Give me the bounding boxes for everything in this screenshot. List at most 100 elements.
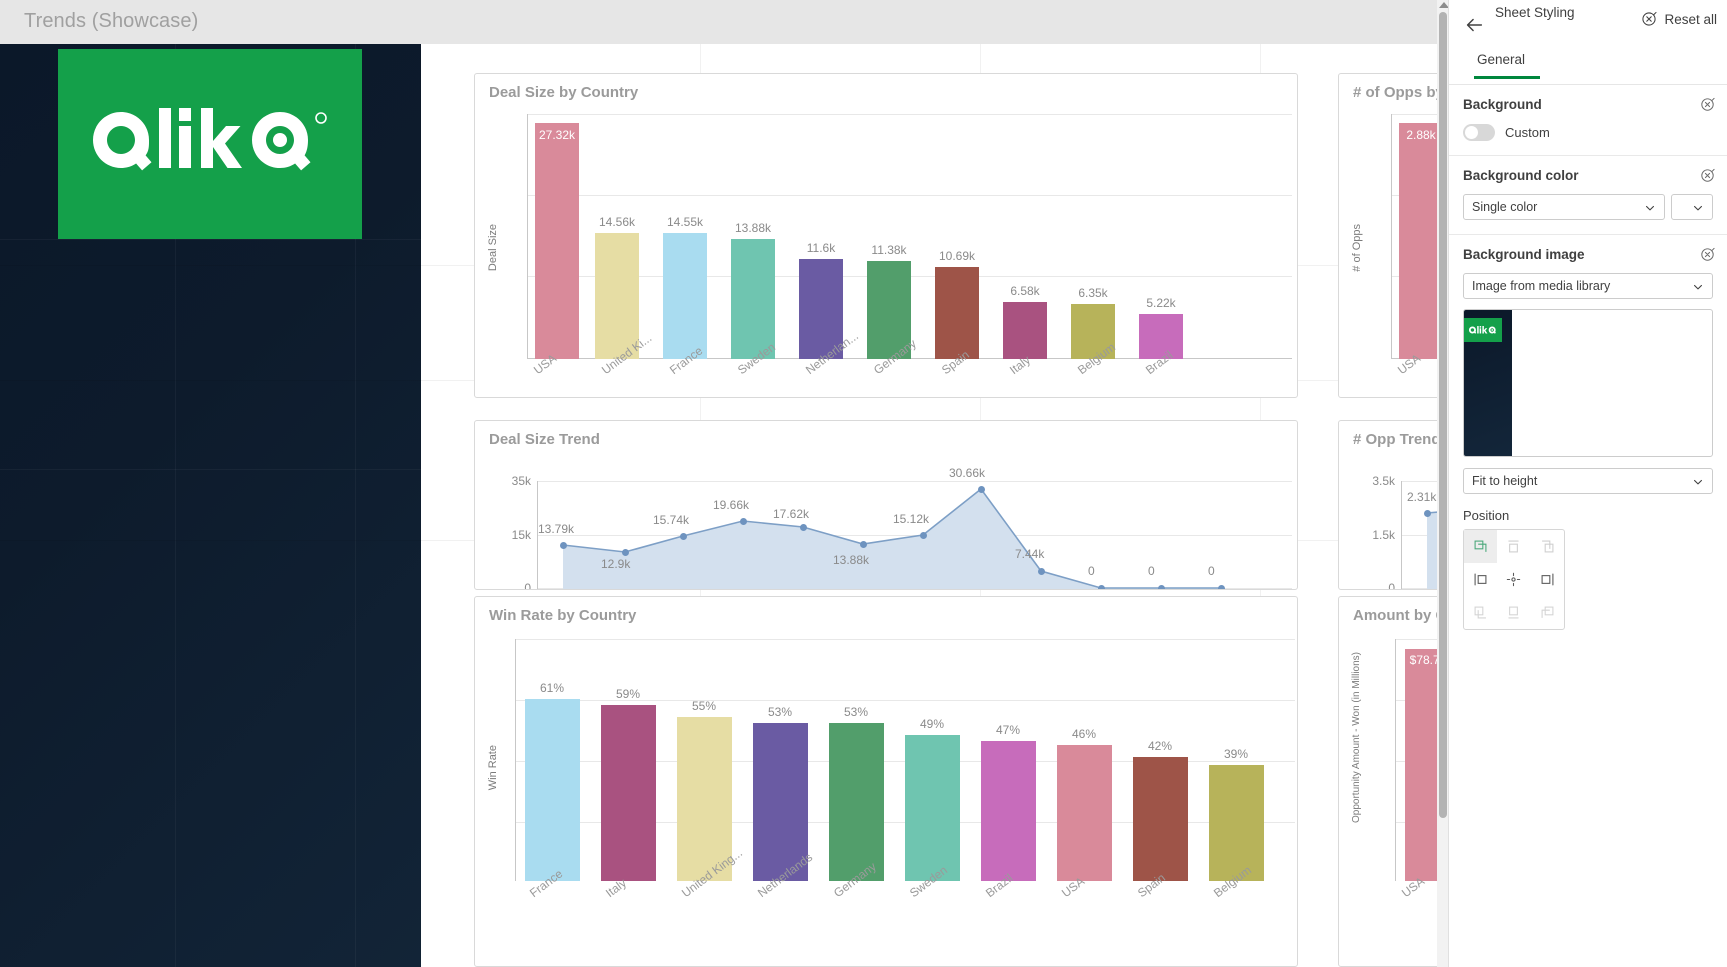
y-axis-tick: 3.5k bbox=[1372, 474, 1395, 488]
data-point[interactable] bbox=[978, 486, 985, 493]
preview-qlik-logo bbox=[1464, 318, 1502, 342]
background-color-value: Single color bbox=[1472, 200, 1538, 214]
panel-title: Sheet Styling bbox=[1495, 5, 1575, 20]
back-arrow-icon[interactable] bbox=[1463, 14, 1485, 36]
reset-all-button[interactable]: Reset all bbox=[1641, 11, 1717, 27]
bar-value-label: 6.35k bbox=[1078, 286, 1108, 300]
point-value-label: 15.12k bbox=[893, 512, 930, 526]
axis-line bbox=[1391, 114, 1392, 359]
data-point[interactable] bbox=[1424, 510, 1431, 517]
bar[interactable] bbox=[535, 123, 579, 359]
qlik-logo bbox=[58, 49, 362, 239]
chart-title: # Opp Trend bbox=[1353, 431, 1441, 448]
position-cell-middle-left[interactable] bbox=[1464, 563, 1497, 596]
bar[interactable] bbox=[829, 723, 884, 881]
scroll-up-arrow-icon[interactable] bbox=[1439, 2, 1448, 8]
chart-card-deal-size-by-country[interactable]: Deal Size by Country Deal Size 27.32k 14… bbox=[474, 73, 1298, 398]
bar-value-label: 53% bbox=[767, 705, 793, 719]
reset-section-icon[interactable] bbox=[1700, 97, 1715, 117]
data-point[interactable] bbox=[860, 541, 867, 548]
bar-value-label: 61% bbox=[539, 681, 565, 695]
bar-value-label: 55% bbox=[691, 699, 717, 713]
preview-dark-area bbox=[1464, 310, 1512, 456]
position-cell-bottom-left[interactable] bbox=[1464, 596, 1497, 629]
y-axis-tick: 0 bbox=[524, 581, 531, 590]
align-bottom-center-icon bbox=[1508, 606, 1520, 619]
position-cell-top-center[interactable] bbox=[1497, 530, 1530, 563]
chart-card-win-rate-by-country[interactable]: Win Rate by Country Win Rate 61% 59% 55%… bbox=[474, 596, 1298, 967]
point-value-label: 19.66k bbox=[713, 498, 750, 512]
y-axis-title: Deal Size bbox=[487, 224, 499, 272]
background-image-size-select[interactable]: Fit to height bbox=[1463, 468, 1713, 494]
align-top-right-icon bbox=[1541, 540, 1554, 553]
data-point[interactable] bbox=[1098, 585, 1105, 589]
bar-value-label: 11.6k bbox=[806, 241, 836, 255]
position-grid bbox=[1463, 529, 1565, 630]
gridline bbox=[527, 114, 1292, 115]
background-color-select[interactable]: Single color bbox=[1463, 194, 1665, 220]
bar[interactable] bbox=[905, 735, 960, 881]
data-point[interactable] bbox=[920, 532, 927, 539]
background-image-source-value: Image from media library bbox=[1472, 279, 1611, 293]
position-cell-bottom-center[interactable] bbox=[1497, 596, 1530, 629]
chart-card-num-opps-by-country[interactable]: # of Opps by # of Opps 2.88k USA U... bbox=[1338, 73, 1448, 398]
bar-value-label: 13.88k bbox=[734, 221, 772, 235]
chart-card-num-opp-trend[interactable]: # Opp Trend 2.31k 3.5k 1.5k 0 bbox=[1338, 420, 1448, 590]
axis-line bbox=[527, 114, 528, 359]
align-top-left-icon bbox=[1474, 540, 1487, 552]
sheet-scrollbar-thumb[interactable] bbox=[1439, 12, 1447, 818]
background-color-swatch-select[interactable] bbox=[1671, 194, 1713, 220]
align-middle-left-icon bbox=[1474, 573, 1487, 586]
position-cell-top-right[interactable] bbox=[1531, 530, 1564, 563]
bar[interactable] bbox=[663, 233, 707, 359]
chart-title: Deal Size by Country bbox=[489, 84, 639, 101]
point-value-label: 0 bbox=[1208, 564, 1215, 578]
align-bottom-left-icon bbox=[1474, 606, 1487, 619]
point-value-label: 13.88k bbox=[833, 553, 870, 567]
align-bottom-right-icon bbox=[1541, 606, 1554, 618]
plot-area: 13.79k 12.9k 15.74k 19.66k 17.62k 13.88k… bbox=[537, 466, 1292, 589]
position-cell-middle-center[interactable] bbox=[1497, 563, 1530, 596]
section-background: Background Custom bbox=[1449, 85, 1727, 156]
tab-general[interactable]: General bbox=[1477, 52, 1525, 75]
chart-card-deal-size-trend[interactable]: Deal Size Trend 35k bbox=[474, 420, 1298, 590]
position-cell-top-left[interactable] bbox=[1464, 530, 1498, 563]
bar[interactable] bbox=[1057, 745, 1112, 881]
chart-title: # of Opps by bbox=[1353, 84, 1444, 101]
data-point[interactable] bbox=[680, 533, 687, 540]
tab-active-underline bbox=[1474, 76, 1540, 79]
bar-value-label: 10.69k bbox=[938, 249, 976, 263]
position-cell-middle-right[interactable] bbox=[1531, 563, 1564, 596]
bar[interactable] bbox=[981, 741, 1036, 881]
data-point[interactable] bbox=[1218, 585, 1225, 589]
y-axis-tick: 15k bbox=[511, 528, 531, 542]
bar[interactable] bbox=[601, 705, 656, 881]
bar-value-label: 47% bbox=[995, 723, 1021, 737]
chevron-down-icon bbox=[1692, 281, 1704, 296]
data-point[interactable] bbox=[1158, 585, 1165, 589]
y-axis-tick: 35k bbox=[511, 474, 531, 488]
bar[interactable] bbox=[1003, 302, 1047, 359]
data-point[interactable] bbox=[800, 524, 807, 531]
data-point[interactable] bbox=[560, 542, 567, 549]
position-cell-bottom-right[interactable] bbox=[1531, 596, 1564, 629]
background-image-preview[interactable] bbox=[1463, 309, 1713, 457]
data-point[interactable] bbox=[622, 549, 629, 556]
bar[interactable] bbox=[1133, 757, 1188, 881]
data-point[interactable] bbox=[740, 518, 747, 525]
data-point[interactable] bbox=[1038, 568, 1045, 575]
section-title: Background bbox=[1463, 97, 1542, 112]
custom-background-toggle[interactable] bbox=[1463, 124, 1495, 141]
bar[interactable] bbox=[935, 267, 979, 359]
plot-area: 61% 59% 55% 53% 53% 49% 47% 46% 42% 39% bbox=[515, 639, 1295, 881]
reset-section-icon[interactable] bbox=[1700, 168, 1715, 188]
chart-card-amount-by-country[interactable]: Amount by C Opportunity Amount - Won (in… bbox=[1338, 596, 1448, 967]
bar-value-label: 42% bbox=[1147, 739, 1173, 753]
bar[interactable] bbox=[525, 699, 580, 881]
page-title: Trends (Showcase) bbox=[24, 10, 199, 32]
reset-section-icon[interactable] bbox=[1700, 247, 1715, 267]
bar[interactable] bbox=[1209, 765, 1264, 881]
background-image-source-select[interactable]: Image from media library bbox=[1463, 273, 1713, 299]
plot-area: 27.32k 14.56k 14.55k 13.88k 11.6k 11.38k… bbox=[527, 114, 1292, 359]
y-axis-tick: 1.5k bbox=[1372, 528, 1395, 542]
